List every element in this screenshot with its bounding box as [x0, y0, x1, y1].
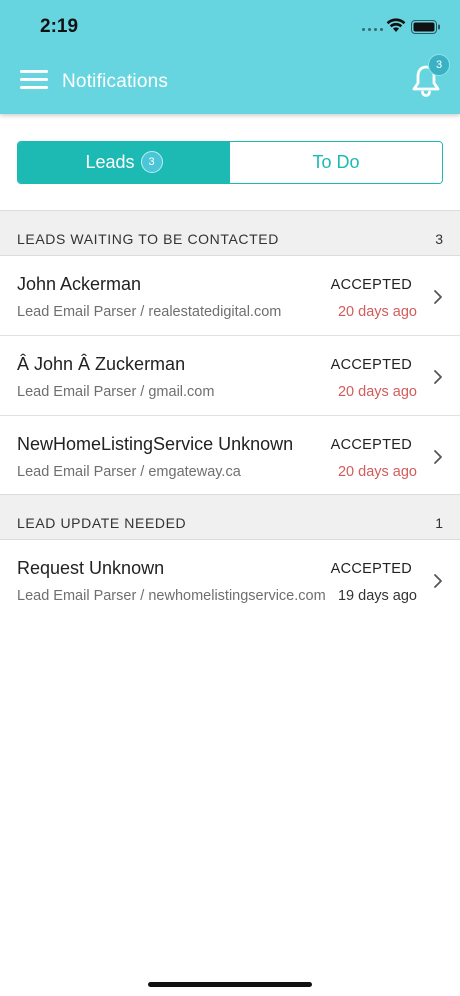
lead-name: John Ackerman	[17, 274, 142, 294]
section-header-leads-waiting: LEADS WAITING TO BE CONTACTED 3	[0, 210, 460, 256]
home-indicator[interactable]	[148, 982, 312, 987]
status-time: 2:19	[40, 16, 79, 37]
battery-icon	[411, 20, 440, 34]
chevron-right-icon	[434, 450, 442, 464]
lead-time: 20 days ago	[337, 304, 417, 320]
app-header: 2:19 Notifications 3	[0, 0, 460, 114]
lead-row[interactable]: Request Unknown Lead Email Parser / newh…	[0, 540, 460, 620]
cellular-signal-icon	[362, 28, 383, 31]
lead-status: ACCEPTED	[330, 357, 412, 373]
notification-count-badge: 3	[428, 54, 450, 76]
lead-time: 20 days ago	[337, 384, 417, 400]
leads-count-badge: 3	[140, 150, 163, 173]
lead-name: NewHomeListingService Unknown	[17, 434, 294, 454]
lead-row[interactable]: Â John Â Zuckerman Lead Email Parser / g…	[0, 336, 460, 416]
lead-source: Lead Email Parser / emgateway.ca	[17, 464, 241, 480]
leads-todo-segmented-control: Leads 3 To Do	[17, 141, 443, 184]
lead-source: Lead Email Parser / realestatedigital.co…	[17, 304, 282, 320]
tab-leads-label: Leads	[85, 152, 135, 172]
lead-name: Request Unknown	[17, 558, 165, 578]
menu-icon[interactable]	[20, 70, 48, 92]
lead-time: 19 days ago	[337, 588, 417, 604]
lead-row[interactable]: NewHomeListingService Unknown Lead Email…	[0, 416, 460, 496]
status-bar: 2:19	[0, 0, 460, 54]
lead-name: Â John Â Zuckerman	[17, 354, 186, 374]
lead-row[interactable]: John Ackerman Lead Email Parser / reales…	[0, 256, 460, 336]
section-title: LEAD UPDATE NEEDED	[17, 515, 187, 531]
tab-todo[interactable]: To Do	[230, 142, 442, 183]
section-count: 1	[435, 515, 443, 531]
chevron-right-icon	[434, 574, 442, 588]
page-title: Notifications	[62, 71, 169, 92]
section-count: 3	[435, 231, 443, 247]
wifi-icon	[386, 18, 406, 32]
lead-time: 20 days ago	[337, 464, 417, 480]
section-title: LEADS WAITING TO BE CONTACTED	[17, 231, 279, 247]
lead-status: ACCEPTED	[330, 437, 412, 453]
section-header-lead-update-needed: LEAD UPDATE NEEDED 1	[0, 494, 460, 540]
chevron-right-icon	[434, 290, 442, 304]
lead-source: Lead Email Parser / newhomelistingservic…	[17, 588, 326, 604]
chevron-right-icon	[434, 370, 442, 384]
lead-status: ACCEPTED	[330, 277, 412, 293]
lead-status: ACCEPTED	[330, 561, 412, 577]
tab-todo-label: To Do	[312, 152, 360, 172]
tab-leads[interactable]: Leads 3	[18, 142, 230, 183]
lead-source: Lead Email Parser / gmail.com	[17, 384, 215, 400]
